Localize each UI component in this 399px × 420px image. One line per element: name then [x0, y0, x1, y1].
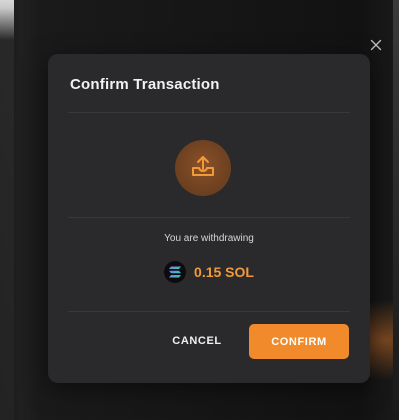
- divider: [68, 311, 350, 312]
- withdraw-tray-icon: [189, 152, 217, 184]
- close-icon[interactable]: [367, 36, 385, 54]
- divider: [68, 112, 350, 113]
- modal-title: Confirm Transaction: [70, 76, 220, 93]
- withdraw-icon-badge: [175, 140, 231, 196]
- confirm-button[interactable]: CONFIRM: [249, 324, 349, 359]
- confirm-transaction-modal: Confirm Transaction You are withdrawing: [48, 54, 370, 383]
- backdrop-right-edge: [393, 0, 399, 420]
- backdrop-left-edge: [0, 0, 14, 420]
- cancel-button[interactable]: CANCEL: [166, 326, 228, 356]
- solana-icon: [164, 261, 187, 283]
- withdraw-amount: 0.15 SOL: [194, 264, 254, 280]
- withdraw-message: You are withdrawing: [164, 233, 254, 244]
- divider: [68, 217, 350, 218]
- amount-row: 0.15 SOL: [48, 261, 370, 283]
